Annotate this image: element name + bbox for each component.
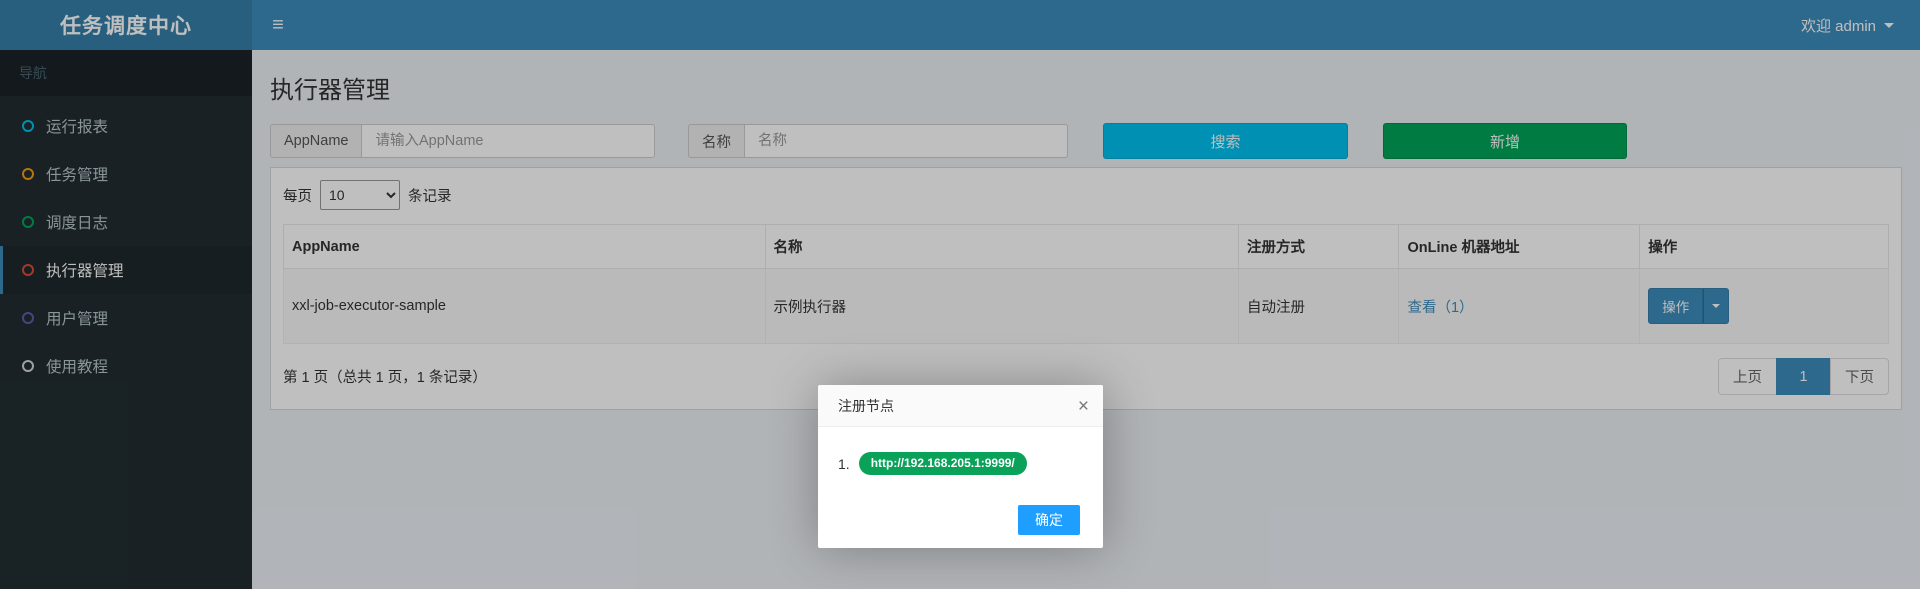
confirm-button[interactable]: 确定 [1018,505,1080,535]
modal-body: 1. http://192.168.205.1:9999/ [818,427,1103,487]
modal-title: 注册节点 [838,398,894,414]
registry-node-item: 1. http://192.168.205.1:9999/ [838,452,1083,475]
node-url-badge: http://192.168.205.1:9999/ [859,452,1027,475]
modal-header: 注册节点 × [818,385,1103,427]
modal-footer: 确定 [818,487,1103,548]
scheduler-admin-screen: 任务调度中心 ≡ 欢迎 admin 导航 运行报表 任务管理 调度日志 [0,0,1920,589]
close-icon[interactable]: × [1078,385,1089,427]
registry-nodes-modal: 注册节点 × 1. http://192.168.205.1:9999/ 确定 [818,385,1103,548]
node-index: 1. [838,456,850,472]
